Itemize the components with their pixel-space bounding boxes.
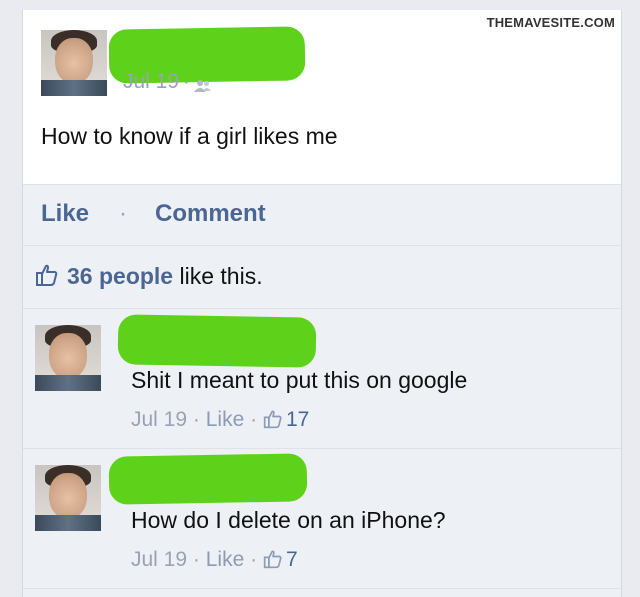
comment-meta: Jul 19 · Like · 7	[131, 548, 298, 571]
friends-icon	[194, 75, 212, 93]
action-separator: ·	[119, 200, 127, 227]
comment-like-button[interactable]: Like	[206, 548, 245, 571]
likes-people-link[interactable]: 36 people	[67, 263, 173, 289]
comment-date: Jul 19	[131, 548, 188, 571]
comment-like-button[interactable]: Like	[206, 408, 245, 431]
comment-like-count: 17	[285, 408, 310, 431]
watermark: THEMAVESITE.COM	[486, 15, 615, 30]
post-card: THEMAVESITE.COM Jul 19 · How to know if a…	[22, 10, 622, 597]
comment-item: Shit I meant to put this on google Jul 1…	[23, 309, 621, 449]
comment-button[interactable]: Comment	[155, 200, 266, 228]
comment-text: Shit I meant to put this on google	[131, 367, 468, 393]
comment-avatar[interactable]	[35, 325, 101, 391]
comment-date: Jul 19	[131, 408, 188, 431]
thumbs-up-icon	[263, 409, 283, 429]
comment-meta: Jul 19 · Like · 17	[131, 408, 310, 431]
likes-summary: 36 people like this.	[23, 246, 621, 309]
comment-avatar[interactable]	[35, 465, 101, 531]
action-bar: Like · Comment	[23, 185, 621, 246]
avatar[interactable]	[41, 30, 107, 96]
redacted-commenter-name	[117, 314, 317, 368]
post-meta: Jul 19 ·	[123, 70, 212, 94]
post-text: How to know if a girl likes me	[41, 123, 338, 149]
post-header: THEMAVESITE.COM Jul 19 · How to know if a…	[23, 10, 621, 185]
thumbs-up-icon	[263, 549, 283, 569]
thumbs-up-icon	[35, 263, 59, 287]
comment-text: How do I delete on an iPhone?	[131, 507, 446, 533]
likes-suffix: like this.	[173, 263, 263, 289]
post-date: Jul 19	[123, 70, 180, 93]
redacted-commenter-name	[108, 453, 308, 505]
comment-like-count: 7	[285, 548, 298, 571]
comment-item: How do I delete on an iPhone? Jul 19 · L…	[23, 449, 621, 589]
like-button[interactable]: Like	[41, 200, 89, 228]
